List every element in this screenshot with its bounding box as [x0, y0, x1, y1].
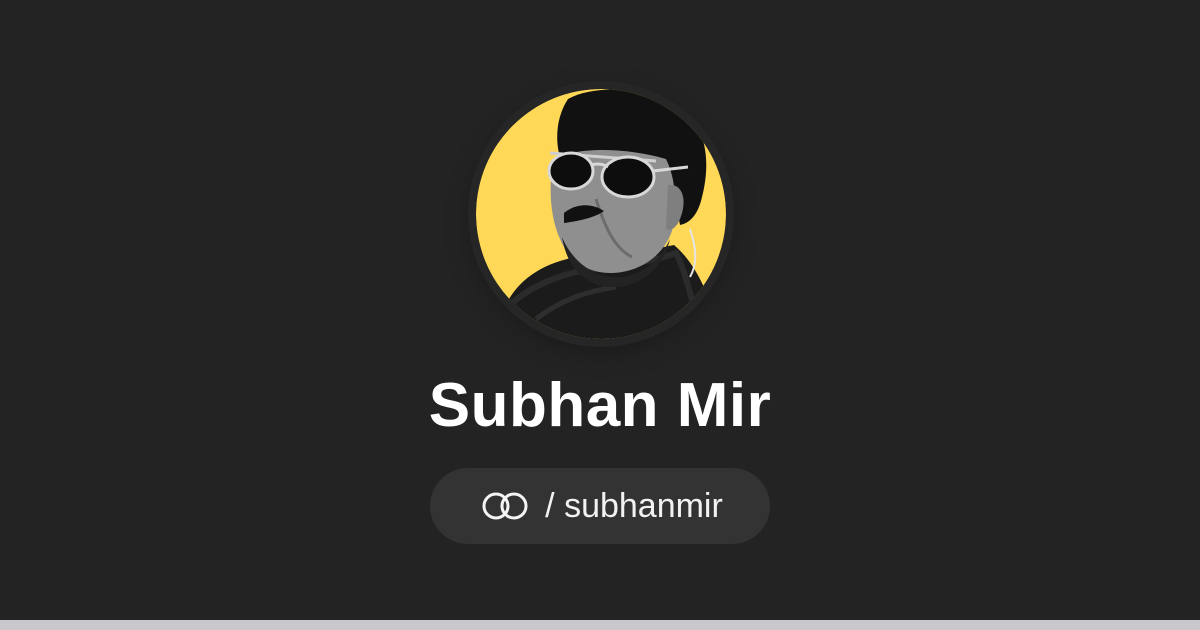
linked-rings-icon	[477, 491, 533, 521]
profile-card: Subhan Mir / subhanmir	[0, 0, 1200, 620]
avatar-photo	[476, 89, 726, 339]
profile-handle-link[interactable]: / subhanmir	[430, 468, 770, 544]
profile-handle-text: / subhanmir	[545, 487, 723, 525]
bottom-bar	[0, 620, 1200, 630]
profile-name: Subhan Mir	[428, 371, 772, 440]
avatar	[476, 89, 726, 339]
